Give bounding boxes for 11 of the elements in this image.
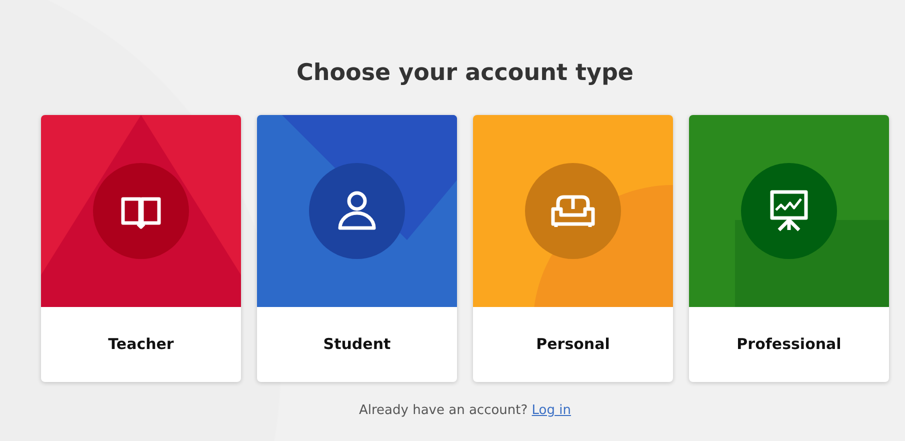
person-icon [309, 163, 405, 259]
account-type-card[interactable]: Personal [473, 115, 673, 382]
login-prompt: Already have an account? Log in [358, 403, 572, 418]
login-link[interactable]: Log in [532, 403, 571, 418]
sofa-icon [525, 163, 621, 259]
presentation-board-icon [741, 163, 837, 259]
account-type-card[interactable]: Teacher [41, 115, 241, 382]
account-type-card[interactable]: Professional [689, 115, 889, 382]
page-title: Choose your account type [295, 60, 635, 86]
book-icon [93, 163, 189, 259]
account-type-card[interactable]: Student [257, 115, 457, 382]
